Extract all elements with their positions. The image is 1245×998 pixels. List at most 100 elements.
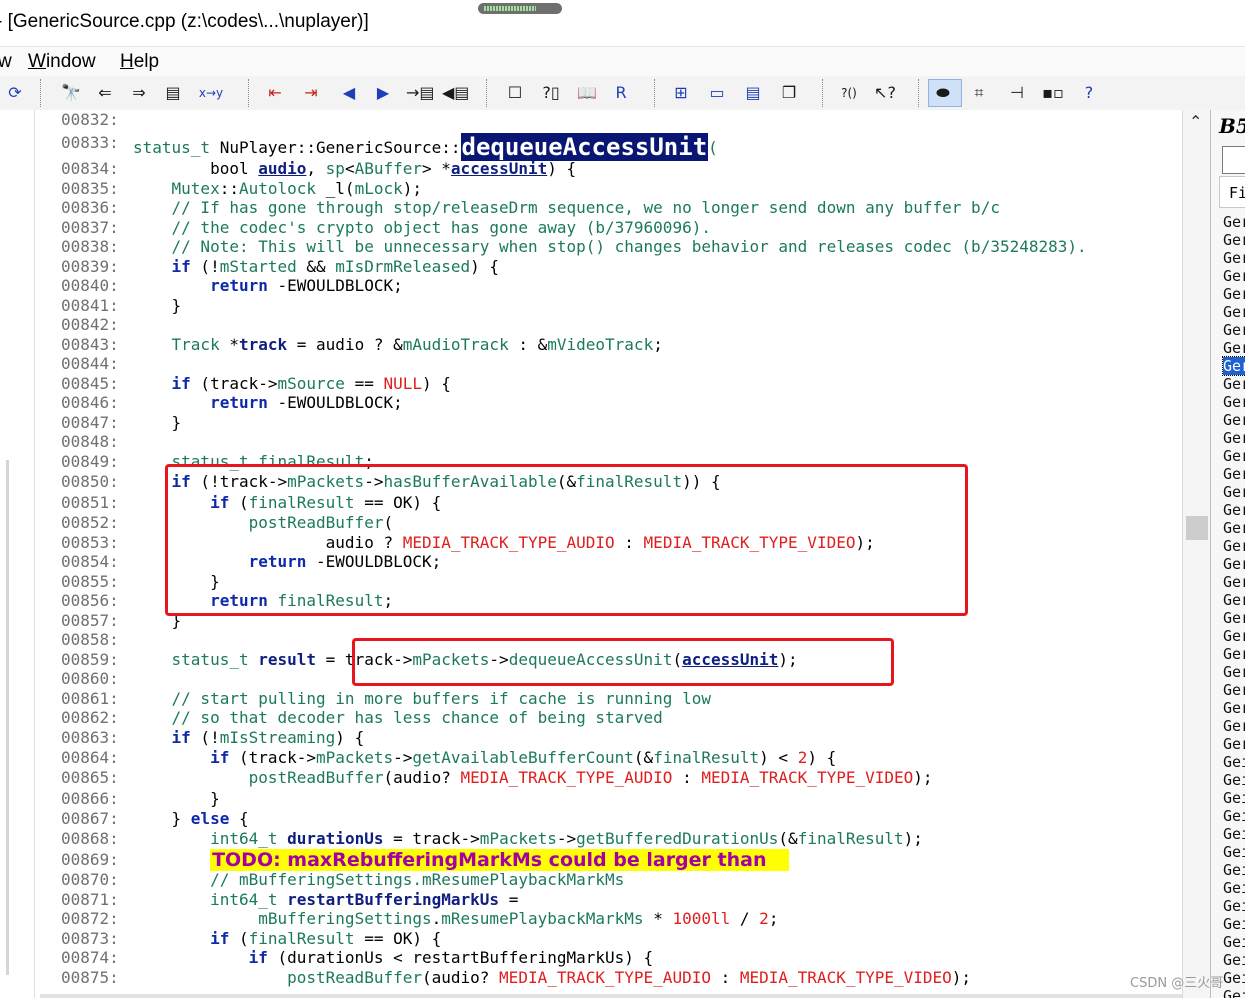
symbol-list-item[interactable]: Ger [1223, 681, 1245, 699]
symbol-list-item[interactable]: Ger [1223, 411, 1245, 429]
symbol-list-item[interactable]: Gei [1223, 861, 1245, 879]
symbol-list-item[interactable]: Ger [1223, 375, 1245, 393]
line-number: 00855: [61, 572, 119, 591]
symbol-list-item[interactable]: Ger [1223, 249, 1245, 267]
tree-icon[interactable]: ⊣ [1004, 81, 1030, 105]
menu-help-accel: H [120, 51, 134, 72]
symbol-list-item[interactable]: Gei [1223, 987, 1245, 998]
line-number: 00839: [61, 257, 119, 276]
scroll-up-icon[interactable]: ⌃ [1189, 112, 1202, 131]
symbol-list-item[interactable]: Ger [1223, 447, 1245, 465]
line-number: 00850: [61, 472, 119, 491]
symbol-list-item[interactable]: Gei [1223, 825, 1245, 843]
symbol-list-item[interactable]: Ger [1223, 429, 1245, 447]
pointer-help-icon[interactable]: ↖? [872, 81, 898, 105]
symbol-list-item[interactable]: Ger [1223, 573, 1245, 591]
symbol-list-item[interactable]: Gei [1223, 807, 1245, 825]
overview-icon[interactable]: ⌗ [966, 81, 992, 105]
symbol-list-item[interactable]: Gei [1223, 879, 1245, 897]
bookmark-next-icon[interactable]: ⇥ [298, 81, 324, 105]
code-text: if (durationUs < restartBufferingMarkUs)… [248, 948, 654, 967]
menu-help[interactable]: Help [120, 51, 159, 73]
symbol-list-item[interactable]: Ger [1223, 465, 1245, 483]
symbol-list-item[interactable]: Ger [1223, 501, 1245, 519]
code-text: int64_t restartBufferingMarkUs = [210, 890, 519, 909]
symbol-list-item[interactable]: Ger [1223, 267, 1245, 285]
symbol-list-item[interactable]: Gei [1223, 789, 1245, 807]
symbol-list-item[interactable]: Gei [1223, 951, 1245, 969]
margin-divider [34, 110, 35, 998]
symbol-list-item[interactable]: Gei [1223, 933, 1245, 951]
line-number: 00837: [61, 218, 119, 237]
symbol-list-item[interactable]: Ger [1223, 555, 1245, 573]
book-icon[interactable]: 📖 [574, 81, 600, 105]
jump-to-definition-icon[interactable]: →▤ [406, 81, 435, 105]
symbol-list-item[interactable]: Gei [1223, 915, 1245, 933]
symbol-list-item[interactable]: Ger [1223, 321, 1245, 339]
binoculars-icon[interactable]: 🔭 [58, 81, 84, 105]
parentheses-help-icon[interactable]: ?() [836, 81, 862, 105]
back-arrow-icon[interactable]: ◀ [336, 81, 362, 105]
symbol-list-item[interactable]: Ger [1223, 627, 1245, 645]
horizontal-scrollbar[interactable] [40, 994, 1182, 998]
find-previous-icon[interactable]: ⇐ [92, 81, 118, 105]
selected-function-name: dequeueAccessUnit [460, 133, 709, 161]
symbol-list-item[interactable]: Gei [1223, 771, 1245, 789]
code-text: if (track->mPackets->getAvailableBufferC… [210, 748, 837, 767]
symbol-list-item[interactable]: Ger [1223, 483, 1245, 501]
layout-grid-icon[interactable]: ⊞ [668, 81, 694, 105]
symbol-list-item[interactable]: Gei [1223, 897, 1245, 915]
refresh-icon[interactable]: ⟳ [2, 81, 28, 105]
drag-handle[interactable] [478, 3, 562, 14]
menu-view[interactable]: w [0, 51, 12, 73]
find-next-icon[interactable]: ⇒ [126, 81, 152, 105]
symbol-panel-tab[interactable]: Fi [1219, 176, 1245, 208]
vertical-scrollbar[interactable]: ⌃ [1182, 110, 1211, 998]
help-panel-icon[interactable]: ? [1076, 81, 1102, 105]
layout-split-icon[interactable]: ▤ [740, 81, 766, 105]
line-number: 00874: [61, 948, 119, 967]
symbol-list-item[interactable]: Ger [1223, 645, 1245, 663]
forward-arrow-icon[interactable]: ▶ [370, 81, 396, 105]
symbol-list-item[interactable]: Ger [1223, 699, 1245, 717]
context-window-icon[interactable]: ?▯ [538, 81, 564, 105]
symbol-filter-input[interactable] [1222, 146, 1245, 174]
symbol-list-item[interactable]: Ger [1223, 339, 1245, 357]
symbol-list-item[interactable]: Ger [1223, 591, 1245, 609]
toggle-view-icon[interactable]: ⬬ [930, 81, 956, 105]
symbol-list-item[interactable]: Ger [1221, 356, 1245, 376]
symbol-list-item[interactable]: Gei [1223, 969, 1245, 987]
graph-icon[interactable]: ▪▫ [1040, 81, 1066, 105]
symbol-list-item[interactable]: Ger [1223, 519, 1245, 537]
find-in-files-icon[interactable]: ▤ [160, 81, 186, 105]
replace-icon[interactable]: x→y [198, 81, 224, 105]
symbol-list-item[interactable]: Ger [1223, 213, 1245, 231]
symbol-list-item[interactable]: Gei [1223, 843, 1245, 861]
symbol-list-item[interactable]: Ger [1223, 717, 1245, 735]
symbol-list-item[interactable]: Ger [1223, 663, 1245, 681]
symbol-list-item[interactable]: Ger [1223, 393, 1245, 411]
symbol-list-item[interactable]: Ger [1223, 609, 1245, 627]
symbol-list-item[interactable]: Ger [1223, 537, 1245, 555]
symbol-list-item[interactable]: Ger [1223, 303, 1245, 321]
title-bar: - [GenericSource.cpp (z:\codes\...\nupla… [0, 0, 1245, 46]
symbol-list-item[interactable]: Gei [1223, 753, 1245, 771]
code-text: int64_t durationUs = track->mPackets->ge… [210, 829, 923, 848]
line-number: 00844: [61, 354, 119, 373]
toolbar-separator [248, 79, 249, 107]
code-text: } else { [133, 809, 249, 828]
menu-window[interactable]: Window [28, 51, 96, 73]
toolbar-separator [918, 79, 919, 107]
symbol-window-icon[interactable]: ☐ [502, 81, 528, 105]
relation-icon[interactable]: R [608, 81, 634, 105]
layout-horizontal-icon[interactable]: ▭ [704, 81, 730, 105]
line-number: 00860: [61, 669, 119, 688]
code-text: // mBufferingSettings.mResumePlaybackMar… [133, 870, 625, 889]
symbol-list-item[interactable]: Ger [1223, 231, 1245, 249]
symbol-list-item[interactable]: Ger [1223, 735, 1245, 753]
scroll-thumb[interactable] [1186, 516, 1208, 540]
symbol-list-item[interactable]: Ger [1223, 285, 1245, 303]
cascade-windows-icon[interactable]: ❐ [776, 81, 802, 105]
jump-to-caller-icon[interactable]: ◀▤ [442, 81, 469, 105]
bookmark-prev-icon[interactable]: ⇤ [262, 81, 288, 105]
